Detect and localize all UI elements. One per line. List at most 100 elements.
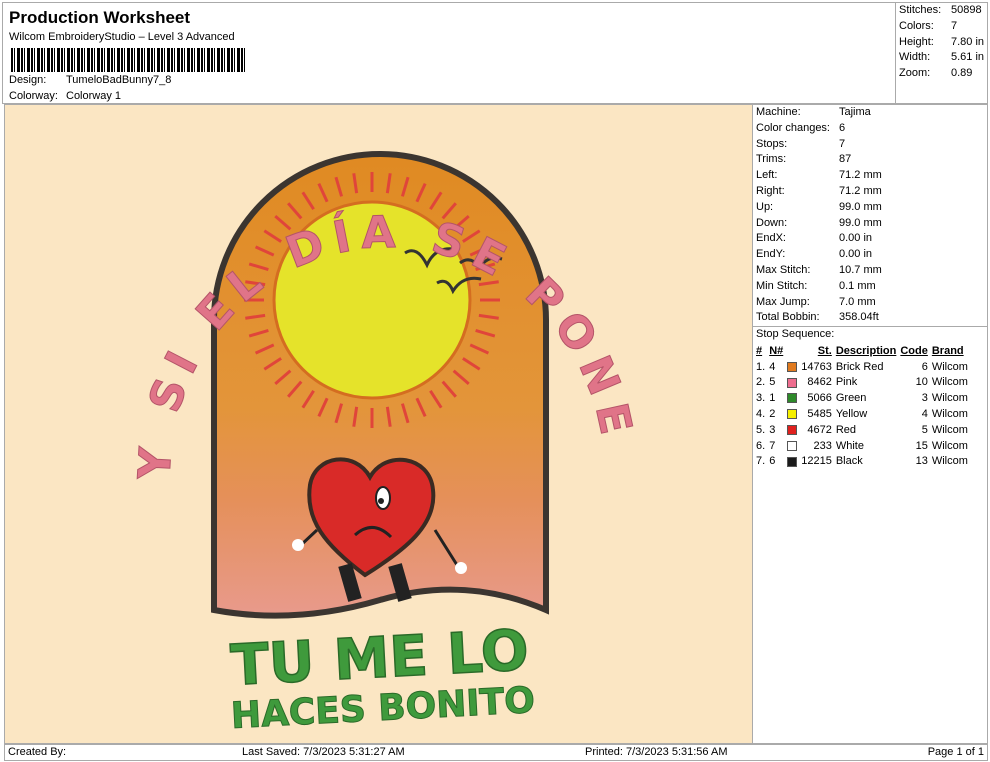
thread-brand: Wilcom xyxy=(931,392,968,405)
machine-info-panel: Machine: Tajima Color changes: 6 Stops: 7 Trim… xyxy=(753,104,988,744)
color-swatch xyxy=(787,361,798,372)
stats-label: Height: xyxy=(899,35,934,48)
machine-value: 7.0 mm xyxy=(839,295,876,308)
software-name: Wilcom EmbroideryStudio – Level 3 Advanc… xyxy=(9,31,235,43)
machine-label: Total Bobbin: xyxy=(756,311,820,324)
thread-description: Black xyxy=(835,455,863,468)
table-row: 5. 3 4672 Red 5 Wilcom xyxy=(754,422,970,438)
color-swatch xyxy=(787,456,798,467)
thread-code: 4 xyxy=(921,408,928,421)
machine-row: Min Stitch: 0.1 mm xyxy=(753,279,987,295)
needle-number: 2 xyxy=(769,408,776,421)
stop-number: 6. xyxy=(756,439,766,452)
printed-date: Printed: 7/3/2023 5:31:56 AM xyxy=(585,746,728,758)
thread-brand: Wilcom xyxy=(931,360,968,373)
stats-label: Colors: xyxy=(899,19,934,32)
stats-value: 7 xyxy=(951,19,958,32)
design-field: Design: TumeloBadBunny7_8 xyxy=(9,74,171,86)
machine-label: Left: xyxy=(756,169,778,182)
barcode xyxy=(11,48,247,72)
worksheet-header: Production Worksheet Wilcom EmbroiderySt… xyxy=(2,2,895,104)
thread-brand: Wilcom xyxy=(931,376,968,389)
machine-value: 71.2 mm xyxy=(839,169,882,182)
page-title: Production Worksheet xyxy=(9,8,191,27)
machine-row: EndX: 0.00 in xyxy=(753,231,987,247)
color-swatch xyxy=(787,377,798,388)
machine-row: Machine: Tajima xyxy=(753,105,987,121)
machine-row: EndY: 0.00 in xyxy=(753,247,987,263)
stop-number: 2. xyxy=(756,376,766,389)
stop-sequence-table: # N# St. Description Code Brand 1. 4 14763 Brick… xyxy=(754,343,970,469)
machine-value: 7 xyxy=(839,137,846,150)
stop-sequence-title: Stop Sequence: xyxy=(753,326,987,343)
color-swatch-cell xyxy=(785,438,799,454)
thread-description: Brick Red xyxy=(835,360,884,373)
table-row: 1. 4 14763 Brick Red 6 Wilcom xyxy=(754,359,970,375)
stats-value: 50898 xyxy=(951,4,982,16)
color-swatch-cell xyxy=(785,390,799,406)
stats-row: Stitches: 50898 xyxy=(896,3,987,19)
machine-value: 99.0 mm xyxy=(839,216,882,229)
machine-label: Right: xyxy=(756,184,785,197)
stitch-count: 5066 xyxy=(807,392,832,405)
machine-value: 0.00 in xyxy=(839,248,873,261)
machine-value: 87 xyxy=(839,153,852,166)
stitch-count: 12215 xyxy=(801,455,832,468)
stop-number: 5. xyxy=(756,423,766,436)
page-number: Page 1 of 1 xyxy=(927,746,984,758)
footer: Created By: Last Saved: 7/3/2023 5:31:27… xyxy=(4,744,988,761)
table-row: 4. 2 5485 Yellow 4 Wilcom xyxy=(754,406,970,422)
machine-label: EndY: xyxy=(756,248,786,261)
table-row: 6. 7 233 White 15 Wilcom xyxy=(754,438,970,454)
machine-value: 0.1 mm xyxy=(839,279,876,292)
stats-label: Stitches: xyxy=(899,4,942,16)
stitch-count: 14763 xyxy=(801,360,832,373)
color-swatch xyxy=(787,409,798,420)
thread-code: 10 xyxy=(915,376,928,389)
color-swatch xyxy=(787,424,798,435)
thread-code: 6 xyxy=(921,360,928,373)
thread-code: 15 xyxy=(915,439,928,452)
machine-label: Machine: xyxy=(756,106,801,118)
stats-value: 5.61 in xyxy=(951,51,985,64)
table-row: 7. 6 12215 Black 13 Wilcom xyxy=(754,454,970,470)
stop-number: 4. xyxy=(756,408,766,421)
thread-description: Pink xyxy=(835,376,858,389)
machine-label: EndX: xyxy=(756,232,786,245)
stats-value: 7.80 in xyxy=(951,35,985,48)
stats-row: Zoom: 0.89 xyxy=(896,66,987,82)
machine-row: Stops: 7 xyxy=(753,137,987,153)
machine-label: Up: xyxy=(756,200,774,213)
colorway-field: Colorway: Colorway 1 xyxy=(9,90,121,102)
column-header: Brand xyxy=(931,344,964,357)
stats-value: 0.89 xyxy=(951,67,973,80)
thread-brand: Wilcom xyxy=(931,439,968,452)
column-header: # xyxy=(756,344,763,357)
machine-row: Trims: 87 xyxy=(753,152,987,168)
thread-description: Red xyxy=(835,423,857,436)
colorway-value: Colorway 1 xyxy=(66,90,122,102)
machine-value: 0.00 in xyxy=(839,232,873,245)
needle-number: 4 xyxy=(769,360,776,373)
stop-number: 1. xyxy=(756,360,766,373)
color-swatch-cell xyxy=(785,406,799,422)
machine-row: Down: 99.0 mm xyxy=(753,216,987,232)
machine-value: Tajima xyxy=(839,106,871,118)
stitch-count: 5485 xyxy=(807,408,832,421)
machine-row: Right: 71.2 mm xyxy=(753,184,987,200)
machine-row: Total Bobbin: 358.04ft xyxy=(753,310,987,326)
thread-brand: Wilcom xyxy=(931,408,968,421)
machine-row: Left: 71.2 mm xyxy=(753,168,987,184)
stats-row: Height: 7.80 in xyxy=(896,35,987,51)
stitch-count: 8462 xyxy=(807,376,832,389)
thread-code: 3 xyxy=(921,392,928,405)
embroidery-artwork: Y SI EL DÍA SE PONE FEO TU ME LO HACES B… xyxy=(0,65,640,738)
machine-row: Up: 99.0 mm xyxy=(753,200,987,216)
color-swatch-cell xyxy=(785,359,799,375)
created-by: Created By: xyxy=(8,746,67,758)
design-label: Design: xyxy=(9,74,47,86)
table-row: 2. 5 8462 Pink 10 Wilcom xyxy=(754,375,970,391)
machine-row: Max Jump: 7.0 mm xyxy=(753,295,987,311)
needle-number: 7 xyxy=(769,439,776,452)
machine-value: 358.04ft xyxy=(839,311,879,324)
